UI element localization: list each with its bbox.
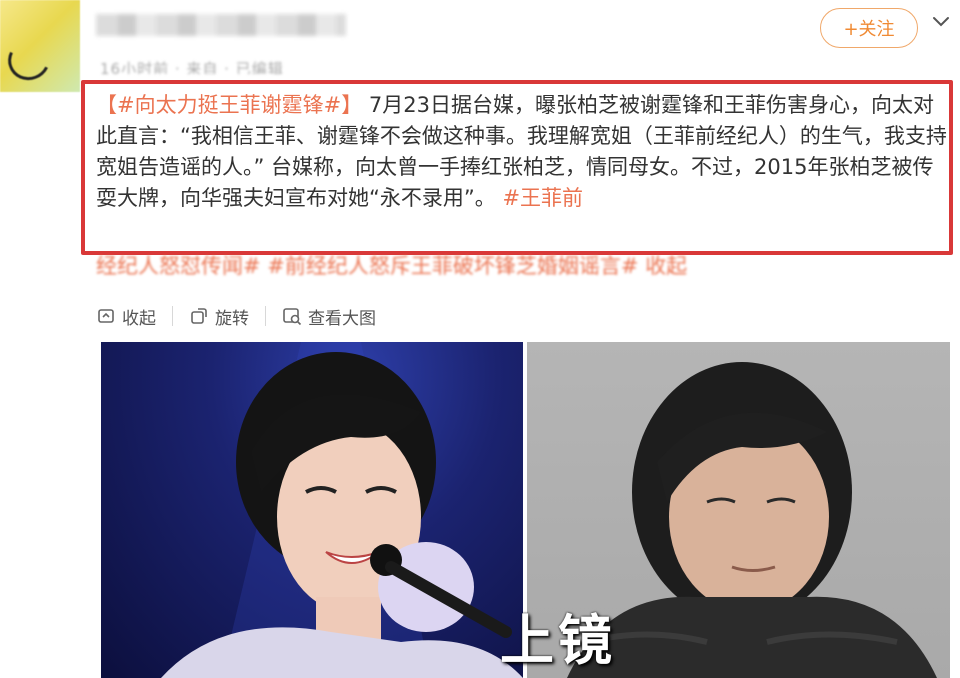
rotate-label: 旋转 — [215, 308, 249, 329]
avatar-face — [2, 34, 56, 86]
hashtag-link-tail[interactable]: #王菲前 — [502, 186, 583, 210]
post-continued-line: 经纪人怒怼传闻# #前经纪人怒斥王菲破坏锋芝婚姻谣言# 收起 — [96, 252, 956, 280]
collapse-label: 收起 — [122, 308, 156, 329]
image-zoom-icon — [283, 308, 302, 326]
photo-singer[interactable] — [101, 342, 523, 678]
chevron-down-icon[interactable] — [930, 10, 952, 32]
hashtag-link-2[interactable]: #前经纪人怒斥王菲破坏锋芝婚姻谣言# — [267, 254, 638, 278]
image-toolbar: 收起 旋转 查看大图 — [96, 300, 392, 332]
view-large-button[interactable]: 查看大图 — [266, 304, 392, 329]
hashtag-link-continued[interactable]: 经纪人怒怼传闻# — [96, 254, 261, 278]
post-text: 【#向太力挺王菲谢霆锋#】 7月23日据台媒，曝张柏芝被谢霆锋和王菲伤害身心，向… — [96, 90, 954, 214]
collapse-button[interactable]: 收起 — [96, 304, 172, 329]
rotate-icon — [191, 308, 207, 324]
post-meta: 16小时前 · 来自 · 已编辑 — [100, 60, 284, 74]
view-large-label: 查看大图 — [308, 308, 376, 329]
username-blurred[interactable] — [96, 14, 346, 36]
collapse-icon — [98, 309, 114, 323]
rotate-button[interactable]: 旋转 — [173, 304, 265, 329]
collapse-text-link[interactable]: 收起 — [645, 254, 687, 278]
follow-button[interactable]: +关注 — [820, 8, 918, 48]
photo-singer-art — [161, 342, 523, 678]
hashtag-link[interactable]: 【#向太力挺王菲谢霆锋#】 — [96, 93, 362, 117]
watermark-text: 上镜 — [500, 608, 616, 672]
avatar[interactable] — [0, 0, 80, 92]
